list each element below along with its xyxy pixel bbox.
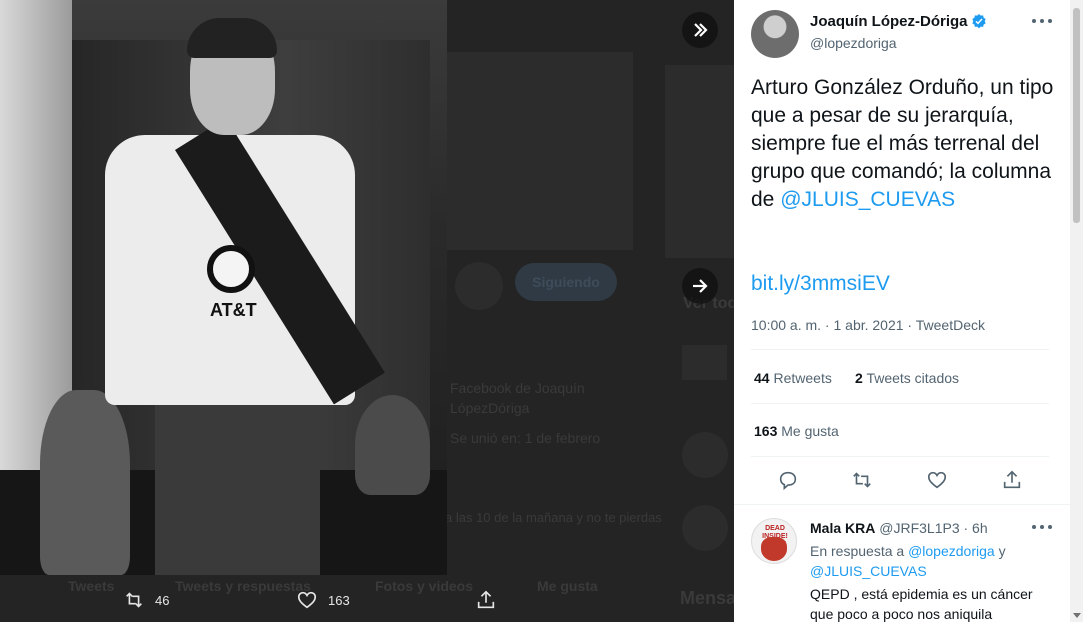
share-icon: [477, 590, 495, 609]
reply-body: QEPD , está epidemia es un cáncer que po…: [810, 584, 1033, 622]
reply-context: En respuesta a @lopezdoriga y @JLUIS_CUE…: [810, 541, 1006, 581]
dim-mx-logo: [682, 345, 727, 380]
divider: [751, 456, 1049, 457]
media-retweet-button[interactable]: 46: [123, 589, 169, 611]
retweets-label: Retweets: [773, 370, 832, 386]
dim-text: Se unió en: 1 de febrero: [450, 430, 601, 446]
divider: [751, 403, 1049, 404]
heart-icon: [297, 591, 317, 609]
tweet-url-link[interactable]: bit.ly/3mmsiEV: [751, 272, 890, 296]
media-share-button[interactable]: [475, 589, 497, 611]
reply-mention-link[interactable]: @lopezdoriga: [908, 543, 995, 559]
quote-tweets-stat[interactable]: 2 Tweets citados: [855, 370, 959, 386]
like-icon[interactable]: [926, 469, 948, 491]
share-icon[interactable]: [1001, 469, 1023, 491]
author-name-text: Joaquín López-Dóriga: [810, 13, 968, 30]
reply-context-conj: y: [998, 543, 1006, 559]
dim-profile-icon: [455, 262, 503, 310]
dim-text: Facebook de Joaquín: [450, 380, 585, 396]
tweet-timestamp[interactable]: 10:00 a. m. · 1 abr. 2021 · TweetDeck: [751, 317, 985, 333]
tweet-body: Arturo González Orduño, un tipo que a pe…: [751, 74, 1056, 214]
scrollbar-thumb[interactable]: [1073, 8, 1080, 223]
media-photo[interactable]: AT&T: [0, 0, 447, 575]
tweet-detail-panel: Joaquín López-Dóriga @lopezdoriga Arturo…: [734, 0, 1070, 622]
photo-sculpture-right: [355, 395, 430, 495]
reply-text-line: que poco a poco nos aniquila: [810, 606, 993, 622]
photo-person: AT&T: [95, 18, 385, 575]
likes-stat[interactable]: 163 Me gusta: [754, 423, 839, 439]
scroll-down-arrow-icon[interactable]: [1073, 613, 1081, 618]
app-window: Siguiendo Facebook de Joaquín LópezDórig…: [0, 0, 1083, 622]
author-avatar[interactable]: [751, 10, 799, 58]
dim-avatar: [682, 505, 728, 551]
double-chevron-right-icon[interactable]: [682, 12, 718, 48]
reply-handle-time[interactable]: @JRF3L1P3 · 6h: [879, 520, 987, 536]
media-retweet-count: 46: [155, 592, 170, 608]
dim-follow-button: Siguiendo: [515, 263, 617, 301]
tweet-mention-link[interactable]: @JLUIS_CUEVAS: [780, 188, 955, 211]
photo-shirt-text: AT&T: [210, 300, 257, 320]
quotes-label: Tweets citados: [866, 370, 960, 386]
photo-att-logo: [207, 245, 255, 293]
likes-label: Me gusta: [781, 423, 839, 439]
author-handle[interactable]: @lopezdoriga: [810, 35, 897, 51]
dim-banner-image: [447, 52, 633, 250]
retweet-icon: [126, 592, 142, 608]
retweets-stat[interactable]: 44 Retweets: [754, 370, 832, 386]
reply-tweet[interactable]: DEAD INSIDE! DON'T OPEN Mala KRA @JRF3L1…: [734, 505, 1070, 622]
reply-text-line: QEPD , está epidemia es un cáncer: [810, 586, 1033, 602]
divider: [751, 349, 1049, 350]
media-like-button[interactable]: 163: [296, 589, 350, 611]
quotes-count: 2: [855, 370, 863, 386]
retweet-icon[interactable]: [851, 469, 873, 491]
reply-avatar[interactable]: DEAD INSIDE! DON'T OPEN: [751, 518, 797, 564]
dim-sidebar-image: [665, 65, 734, 258]
dim-text: LópezDóriga: [450, 400, 530, 416]
dim-text: a las 10 de la mañana y no te pierdas: [445, 510, 662, 525]
media-like-count: 163: [328, 592, 350, 608]
reply-header: Mala KRA @JRF3L1P3 · 6h: [810, 518, 988, 538]
author-name[interactable]: Joaquín López-Dóriga: [810, 13, 987, 30]
more-options-icon[interactable]: [1032, 19, 1052, 25]
verified-badge-icon: [971, 14, 986, 29]
scrollbar[interactable]: [1070, 0, 1083, 622]
media-action-bar: 46 163: [0, 575, 734, 622]
likes-count: 163: [754, 423, 778, 439]
photo-hair: [187, 18, 277, 58]
dim-avatar: [682, 432, 728, 478]
reply-icon[interactable]: [777, 469, 799, 491]
reply-context-prefix: En respuesta a: [810, 543, 905, 559]
photo-jeans: [155, 400, 320, 575]
arrow-right-icon[interactable]: [682, 268, 718, 304]
reply-more-options-icon[interactable]: [1032, 525, 1052, 531]
reply-author-name[interactable]: Mala KRA: [810, 520, 875, 536]
reply-mention-link[interactable]: @JLUIS_CUEVAS: [810, 563, 927, 579]
retweets-count: 44: [754, 370, 770, 386]
tweet-action-bar: [751, 462, 1049, 498]
hand-print-icon: [761, 537, 787, 561]
